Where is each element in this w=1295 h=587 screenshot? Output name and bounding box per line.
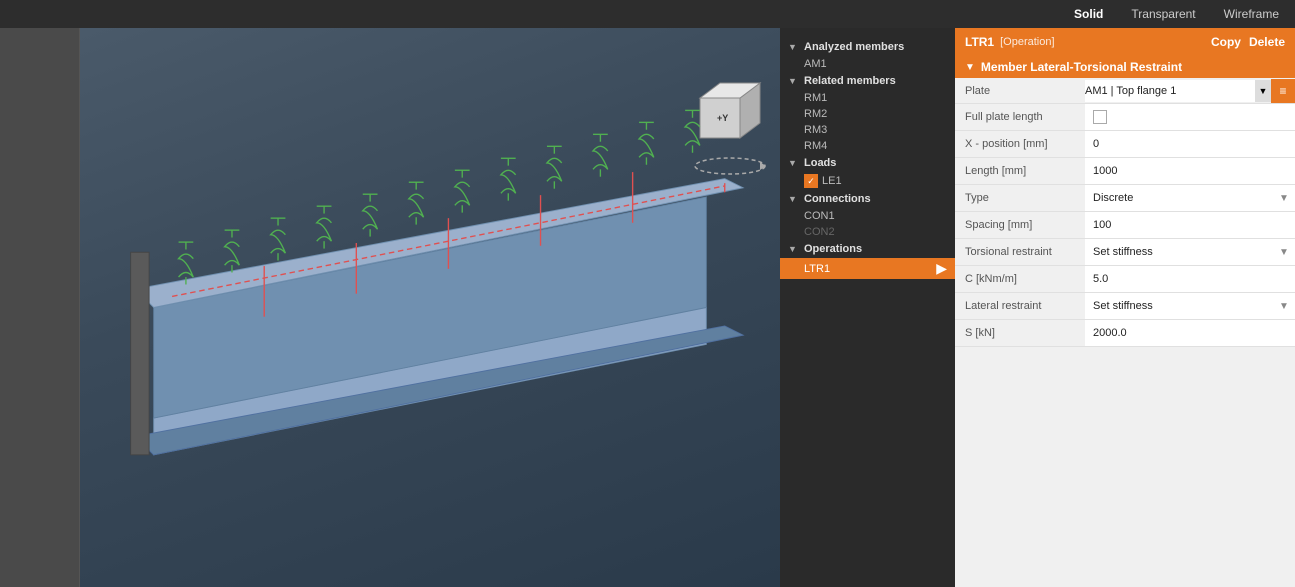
le1-label: LE1 <box>822 175 842 187</box>
tree-item-con1[interactable]: CON1 <box>780 208 955 224</box>
full-plate-length-checkbox[interactable] <box>1093 110 1107 124</box>
plate-dropdown-btn[interactable]: ▼ <box>1255 80 1271 102</box>
plate-label: Plate <box>955 81 1085 101</box>
connections-label: Connections <box>804 193 871 205</box>
tree-item-le1[interactable]: ✓ LE1 <box>780 172 955 190</box>
torsional-restraint-arrow: ▼ <box>1277 245 1291 259</box>
operations-label: Operations <box>804 243 862 255</box>
torsional-restraint-row: Torsional restraint Set stiffness ▼ <box>955 239 1295 266</box>
analyzed-members-arrow: ▼ <box>788 41 800 53</box>
c-value-label: C [kNm/m] <box>955 269 1085 289</box>
type-value[interactable]: Discrete ▼ <box>1085 185 1295 211</box>
connections-header[interactable]: ▼ Connections <box>780 190 955 208</box>
section-title: ▼ Member Lateral-Torsional Restraint <box>955 56 1295 78</box>
torsional-restraint-value[interactable]: Set stiffness ▼ <box>1085 239 1295 265</box>
tree-item-am1[interactable]: AM1 <box>780 56 955 72</box>
panel-ltr-id: LTR1 <box>965 35 994 49</box>
tree-item-ltr1[interactable]: LTR1 ▶ <box>780 258 955 279</box>
loads-arrow: ▼ <box>788 157 800 169</box>
panel-header: LTR1 [Operation] Copy Delete <box>955 28 1295 56</box>
c-value-row: C [kNm/m] 5.0 <box>955 266 1295 293</box>
lateral-restraint-row: Lateral restraint Set stiffness ▼ <box>955 293 1295 320</box>
properties-table: Plate AM1 | Top flange 1 ▼ ≡ Full plate … <box>955 78 1295 347</box>
spacing-label: Spacing [mm] <box>955 215 1085 235</box>
type-dropdown-arrow: ▼ <box>1277 191 1291 205</box>
wireframe-view-btn[interactable]: Wireframe <box>1218 5 1285 23</box>
lateral-restraint-value[interactable]: Set stiffness ▼ <box>1085 293 1295 319</box>
lateral-restraint-arrow: ▼ <box>1277 299 1291 313</box>
tree-item-rm3[interactable]: RM3 <box>780 122 955 138</box>
loads-label: Loads <box>804 157 836 169</box>
related-members-label: Related members <box>804 75 896 87</box>
loads-header[interactable]: ▼ Loads <box>780 154 955 172</box>
panel-operation-tag: [Operation] <box>1000 36 1054 48</box>
spacing-value[interactable]: 100 <box>1085 212 1295 238</box>
plate-dropdown[interactable]: AM1 | Top flange 1 ▼ <box>1085 80 1271 102</box>
lateral-restraint-text: Set stiffness <box>1093 300 1153 312</box>
delete-btn[interactable]: Delete <box>1249 35 1285 49</box>
solid-view-btn[interactable]: Solid <box>1068 5 1109 23</box>
analyzed-members-label: Analyzed members <box>804 41 904 53</box>
tree-item-rm2[interactable]: RM2 <box>780 106 955 122</box>
plate-value: AM1 | Top flange 1 <box>1085 85 1251 97</box>
plate-row: Plate AM1 | Top flange 1 ▼ ≡ <box>955 78 1295 104</box>
analyzed-members-header[interactable]: ▼ Analyzed members <box>780 38 955 56</box>
operations-arrow: ▼ <box>788 243 800 255</box>
tree-item-con2[interactable]: CON2 <box>780 224 955 240</box>
tree-item-rm4[interactable]: RM4 <box>780 138 955 154</box>
s-value-label: S [kN] <box>955 323 1085 343</box>
full-plate-length-label: Full plate length <box>955 107 1085 127</box>
full-plate-length-value <box>1085 104 1295 130</box>
connections-arrow: ▼ <box>788 193 800 205</box>
x-position-row: X - position [mm] 0 <box>955 131 1295 158</box>
main-content: +Y <box>0 28 1295 587</box>
type-row: Type Discrete ▼ <box>955 185 1295 212</box>
copy-btn[interactable]: Copy <box>1211 35 1241 49</box>
related-members-arrow: ▼ <box>788 75 800 87</box>
section-triangle: ▼ <box>965 62 975 73</box>
torsional-restraint-text: Set stiffness <box>1093 246 1153 258</box>
properties-panel: LTR1 [Operation] Copy Delete ▼ Member La… <box>955 28 1295 587</box>
length-label: Length [mm] <box>955 161 1085 181</box>
section-title-text: Member Lateral-Torsional Restraint <box>981 60 1182 74</box>
transparent-view-btn[interactable]: Transparent <box>1125 5 1201 23</box>
left-panel-strip <box>0 28 80 587</box>
full-plate-length-row: Full plate length <box>955 104 1295 131</box>
length-value[interactable]: 1000 <box>1085 158 1295 184</box>
panel-header-title: LTR1 [Operation] <box>965 35 1055 49</box>
s-value-row: S [kN] 2000.0 <box>955 320 1295 347</box>
plate-edit-btn[interactable]: ≡ <box>1271 79 1295 103</box>
spacing-row: Spacing [mm] 100 <box>955 212 1295 239</box>
lateral-restraint-label: Lateral restraint <box>955 296 1085 316</box>
torsional-restraint-label: Torsional restraint <box>955 242 1085 262</box>
type-text: Discrete <box>1093 192 1133 204</box>
top-bar: Solid Transparent Wireframe <box>0 0 1295 28</box>
length-row: Length [mm] 1000 <box>955 158 1295 185</box>
ltr1-label: LTR1 <box>804 263 830 275</box>
type-label: Type <box>955 188 1085 208</box>
x-position-label: X - position [mm] <box>955 134 1085 154</box>
viewport[interactable]: +Y <box>80 28 780 587</box>
s-value[interactable]: 2000.0 <box>1085 320 1295 346</box>
panel-header-actions: Copy Delete <box>1211 35 1285 49</box>
3d-view: +Y <box>80 28 780 587</box>
plate-edit-icon: ≡ <box>1279 84 1286 98</box>
le1-checkbox[interactable]: ✓ <box>804 174 818 188</box>
related-members-header[interactable]: ▼ Related members <box>780 72 955 90</box>
c-value[interactable]: 5.0 <box>1085 266 1295 292</box>
tree-item-rm1[interactable]: RM1 <box>780 90 955 106</box>
operations-header[interactable]: ▼ Operations <box>780 240 955 258</box>
ltr1-arrow: ▶ <box>936 260 947 277</box>
nav-tree: ▼ Analyzed members AM1 ▼ Related members… <box>780 28 955 587</box>
x-position-value[interactable]: 0 <box>1085 131 1295 157</box>
